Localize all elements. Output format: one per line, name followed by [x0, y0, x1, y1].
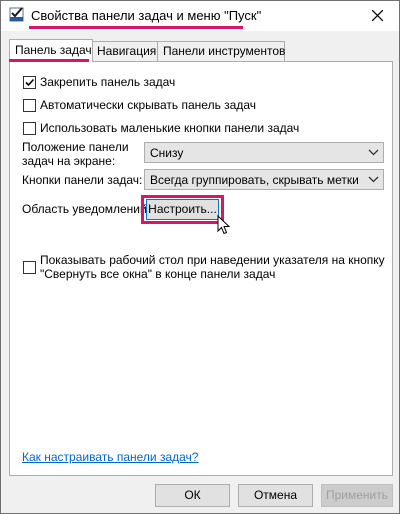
checkmark-icon — [25, 78, 35, 87]
customize-notifications-button[interactable]: Настроить... — [146, 199, 219, 220]
position-label-line1: Положение панели — [22, 140, 129, 154]
peek-desktop-label-line2[interactable]: "Свернуть все окна" в конце панели задач — [40, 267, 275, 281]
title-highlight — [29, 26, 243, 29]
cancel-button[interactable]: Отмена — [238, 484, 313, 507]
tab-highlight — [9, 59, 89, 62]
notification-area-label: Область уведомлений: — [22, 202, 151, 216]
ok-button[interactable]: ОК — [155, 484, 230, 507]
small-buttons-label[interactable]: Использовать маленькие кнопки панели зад… — [40, 121, 299, 135]
taskbar-properties-dialog: Свойства панели задач и меню "Пуск" Пане… — [0, 0, 400, 514]
position-select-value: Снизу — [150, 146, 184, 160]
title-bar[interactable]: Свойства панели задач и меню "Пуск" — [1, 1, 399, 31]
buttons-mode-label: Кнопки панели задач: — [22, 173, 143, 187]
peek-desktop-checkbox[interactable] — [23, 261, 36, 274]
apply-button[interactable]: Применить — [321, 484, 393, 507]
lock-taskbar-checkbox[interactable] — [23, 76, 36, 89]
help-link[interactable]: Как настраивать панели задач? — [22, 450, 198, 464]
auto-hide-label[interactable]: Автоматически скрывать панель задач — [40, 98, 256, 112]
position-select[interactable]: Снизу — [144, 142, 384, 163]
tab-toolbars[interactable]: Панели инструментов — [157, 41, 285, 61]
buttons-mode-select[interactable]: Всегда группировать, скрывать метки — [144, 169, 384, 190]
chevron-down-icon — [368, 174, 379, 188]
chevron-down-icon — [368, 147, 379, 161]
taskbar-properties-icon — [9, 7, 25, 23]
auto-hide-checkbox[interactable] — [23, 99, 36, 112]
mouse-cursor-icon — [217, 214, 231, 238]
tab-panel-taskbar: Закрепить панель задач Автоматически скр… — [9, 61, 393, 476]
lock-taskbar-label[interactable]: Закрепить панель задач — [40, 75, 175, 89]
small-buttons-checkbox[interactable] — [23, 122, 36, 135]
tab-navigation[interactable]: Навигация — [91, 41, 163, 61]
window-title: Свойства панели задач и меню "Пуск" — [31, 8, 262, 23]
buttons-mode-select-value: Всегда группировать, скрывать метки — [150, 173, 359, 187]
position-label-line2: задач на экране: — [22, 154, 116, 168]
close-icon — [371, 8, 383, 25]
peek-desktop-label-line1[interactable]: Показывать рабочий стол при наведении ук… — [40, 253, 385, 267]
close-button[interactable] — [355, 1, 399, 31]
